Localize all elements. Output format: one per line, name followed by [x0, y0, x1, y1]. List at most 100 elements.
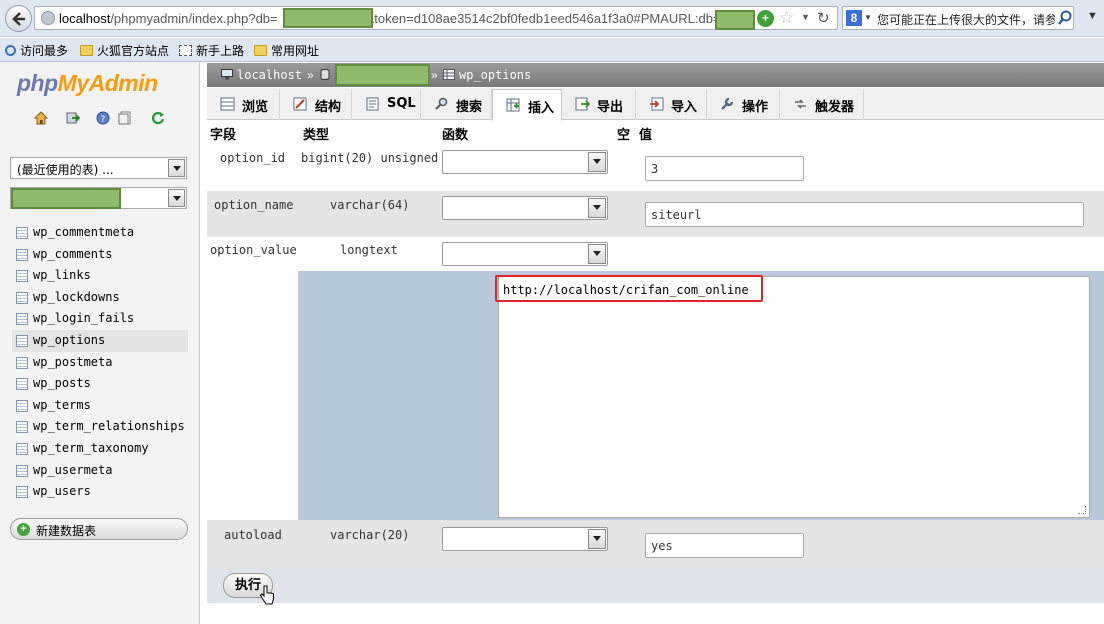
- table-icon[interactable]: [16, 442, 28, 455]
- table-item[interactable]: wp_login_fails: [12, 308, 188, 330]
- tab-sql[interactable]: SQL: [352, 89, 421, 120]
- back-button[interactable]: [5, 5, 32, 32]
- search-input[interactable]: 您可能正在上传很大的文件，请参: [877, 11, 1055, 28]
- insert-icon: [506, 98, 520, 112]
- table-icon[interactable]: [16, 313, 28, 326]
- value-textarea[interactable]: http://localhost/crifan_com_online: [495, 275, 1090, 518]
- field-name: option_name: [214, 198, 294, 212]
- table-item[interactable]: wp_users: [12, 481, 188, 503]
- go-icon[interactable]: +: [757, 10, 774, 27]
- table-icon[interactable]: [16, 399, 28, 412]
- submit-bar: 执行: [207, 568, 1104, 605]
- magnifier-icon[interactable]: [1057, 9, 1073, 27]
- header-field: 字段: [210, 128, 237, 143]
- chevron-down-icon[interactable]: [588, 198, 606, 218]
- table-icon[interactable]: [16, 334, 28, 347]
- globe-icon: [41, 11, 55, 25]
- recent-tables-select[interactable]: (最近使用的表) ...: [10, 157, 187, 179]
- column-header-row: 字段 类型 函数 空 值: [207, 121, 1104, 143]
- chevron-down-icon[interactable]: [168, 189, 185, 207]
- tab-insert[interactable]: 插入: [492, 89, 562, 121]
- tab-triggers[interactable]: 触发器: [780, 89, 864, 120]
- menu-dropdown-icon[interactable]: ▼: [1087, 10, 1098, 22]
- chevron-down-icon[interactable]: [168, 159, 185, 177]
- help-icon[interactable]: ?: [96, 111, 110, 125]
- bookmark-most-visited[interactable]: 访问最多: [5, 42, 68, 59]
- table-item[interactable]: wp_lockdowns: [12, 287, 188, 309]
- tab-browse[interactable]: 浏览: [207, 89, 280, 120]
- table-item[interactable]: wp_posts: [12, 373, 188, 395]
- function-select[interactable]: [442, 196, 608, 220]
- trigger-icon: [795, 99, 806, 109]
- bookmark-star-icon[interactable]: ☆: [779, 8, 794, 28]
- table-item[interactable]: wp_comments: [12, 244, 188, 266]
- breadcrumb-server[interactable]: localhost: [237, 68, 302, 82]
- header-value: 值: [639, 128, 653, 143]
- function-select[interactable]: [442, 242, 608, 266]
- plus-icon: +: [17, 523, 30, 536]
- table-icon[interactable]: [16, 248, 28, 261]
- reload-nav-icon[interactable]: [151, 111, 165, 125]
- url-history-dropdown-icon[interactable]: ▼: [801, 12, 810, 22]
- logout-icon[interactable]: [66, 111, 80, 125]
- home-icon[interactable]: [34, 111, 48, 125]
- resize-grip-icon[interactable]: [1078, 506, 1086, 514]
- value-input[interactable]: yes: [645, 533, 804, 558]
- header-type: 类型: [303, 128, 330, 143]
- breadcrumb: localhost » » wp_options: [207, 63, 1104, 87]
- table-icon[interactable]: [16, 486, 28, 499]
- value-input[interactable]: 3: [645, 156, 804, 181]
- database-icon: [320, 69, 330, 80]
- search-icon: [435, 97, 448, 110]
- table-icon[interactable]: [16, 421, 28, 434]
- chevron-down-icon[interactable]: [588, 152, 606, 172]
- tab-structure[interactable]: 结构: [280, 89, 352, 120]
- docs-icon[interactable]: [118, 111, 132, 125]
- address-bar[interactable]: localhost/phpmyadmin/index.php?db= &token…: [34, 6, 838, 30]
- search-box[interactable]: 8 ▼ 您可能正在上传很大的文件，请参: [842, 6, 1074, 30]
- table-item[interactable]: wp_terms: [12, 395, 188, 417]
- tab-import[interactable]: 导入: [636, 89, 707, 120]
- table-icon[interactable]: [16, 227, 28, 239]
- search-engine-icon[interactable]: 8: [846, 10, 862, 26]
- chevron-down-icon[interactable]: [588, 529, 606, 549]
- export-icon: [575, 97, 590, 111]
- table-icon[interactable]: [16, 464, 28, 477]
- tab-operations[interactable]: 操作: [707, 89, 780, 120]
- breadcrumb-separator: »: [307, 68, 314, 82]
- url-text: localhost/phpmyadmin/index.php?db= &token…: [59, 11, 721, 26]
- table-item-active[interactable]: wp_options: [12, 329, 188, 352]
- table-item[interactable]: wp_term_taxonomy: [12, 438, 188, 460]
- table-item[interactable]: wp_usermeta: [12, 460, 188, 482]
- value-input[interactable]: siteurl: [645, 202, 1084, 227]
- chevron-down-icon[interactable]: [588, 244, 606, 264]
- tab-export[interactable]: 导出: [562, 89, 636, 120]
- reload-icon[interactable]: ↻: [817, 9, 830, 27]
- function-select[interactable]: [442, 527, 608, 551]
- table-item[interactable]: wp_term_relationships: [12, 416, 188, 438]
- table-icon[interactable]: [16, 270, 28, 283]
- table-item[interactable]: wp_postmeta: [12, 352, 188, 374]
- table-icon: [443, 69, 455, 80]
- table-icon[interactable]: [16, 378, 28, 391]
- bookmark-getting-started[interactable]: 新手上路: [179, 42, 244, 59]
- field-type: bigint(20) unsigned: [301, 151, 439, 165]
- redaction-mask: [715, 10, 755, 30]
- function-select[interactable]: [442, 150, 608, 174]
- bookmark-firefox-site[interactable]: 火狐官方站点: [80, 42, 169, 59]
- table-icon[interactable]: [16, 356, 28, 369]
- search-engine-dropdown-icon[interactable]: ▼: [864, 13, 872, 22]
- bookmark-common-sites[interactable]: 常用网址: [254, 42, 319, 59]
- phpmyadmin-logo[interactable]: phpMyAdmin: [17, 70, 158, 97]
- table-item[interactable]: wp_links: [12, 265, 188, 287]
- new-table-button[interactable]: + 新建数据表: [10, 518, 188, 540]
- table-icon[interactable]: [16, 291, 28, 304]
- table-item[interactable]: wp_commentmeta: [12, 222, 188, 244]
- breadcrumb-table[interactable]: wp_options: [459, 68, 531, 82]
- field-type: longtext: [340, 243, 398, 257]
- field-row-autoload: autoload varchar(20) yes: [207, 520, 1104, 568]
- tab-search[interactable]: 搜索: [421, 89, 492, 120]
- database-select[interactable]: [10, 187, 187, 209]
- structure-icon: [293, 97, 307, 111]
- wrench-icon: [721, 97, 734, 110]
